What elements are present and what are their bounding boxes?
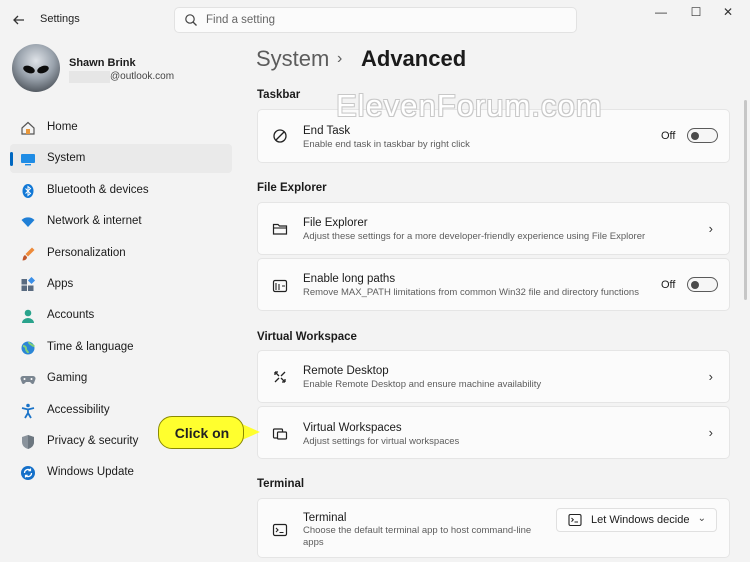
prohibited-icon [273, 129, 287, 143]
end-task-toggle-state: Off [661, 130, 676, 142]
file-explorer-card[interactable]: File Explorer Adjust these settings for … [257, 202, 730, 255]
sidebar-item-gaming[interactable]: Gaming [10, 364, 232, 393]
title-bar: Settings Find a setting — ☐ ✕ [0, 0, 750, 40]
remote-desktop-icon [274, 371, 286, 383]
terminal-icon [272, 523, 288, 537]
sidebar-item-apps[interactable]: Apps [10, 270, 232, 299]
sidebar-item-label: Privacy & security [47, 434, 139, 447]
long-paths-desc: Remove MAX_PATH limitations from common … [303, 287, 639, 298]
sidebar-item-bluetooth[interactable]: Bluetooth & devices [10, 176, 232, 205]
close-button[interactable]: ✕ [718, 5, 738, 19]
user-email: @outlook.com [110, 71, 175, 82]
remote-desktop-card[interactable]: Remote Desktop Enable Remote Desktop and… [257, 350, 730, 403]
terminal-app-dropdown[interactable]: Let Windows decide ⌄ [556, 508, 717, 532]
long-paths-toggle[interactable] [687, 277, 718, 292]
terminal-app-icon [568, 513, 582, 527]
system-icon [21, 154, 35, 166]
accessibility-icon [21, 403, 35, 418]
virtual-workspaces-title: Virtual Workspaces [303, 422, 402, 434]
remote-desktop-title: Remote Desktop [303, 365, 389, 377]
bluetooth-icon [22, 183, 34, 198]
search-box[interactable]: Find a setting [174, 7, 577, 33]
back-arrow-icon[interactable] [8, 9, 30, 31]
terminal-app-selected: Let Windows decide [591, 514, 690, 526]
scrollbar[interactable] [744, 100, 747, 300]
chevron-right-icon: › [708, 425, 713, 440]
virtual-workspaces-desc: Adjust settings for virtual workspaces [303, 436, 460, 447]
virtual-workspaces-icon [272, 428, 288, 440]
wifi-icon [21, 217, 35, 228]
sidebar-item-home[interactable]: Home [10, 113, 232, 142]
accounts-icon [22, 310, 34, 324]
sidebar-item-label: Gaming [47, 372, 88, 385]
breadcrumb-parent[interactable]: System [256, 46, 329, 72]
sidebar-item-label: Accounts [47, 309, 95, 322]
terminal-card[interactable]: Terminal Choose the default terminal app… [257, 498, 730, 558]
long-paths-card[interactable]: Enable long paths Remove MAX_PATH limita… [257, 258, 730, 311]
sidebar-item-label: System [47, 152, 86, 165]
long-paths-icon [272, 279, 288, 293]
search-input[interactable]: Find a setting [206, 14, 275, 26]
section-title-virtual-workspace: Virtual Workspace [257, 331, 357, 343]
sidebar-item-accounts[interactable]: Accounts [10, 301, 232, 330]
callout: Click on [158, 416, 244, 449]
section-title-taskbar: Taskbar [257, 89, 301, 101]
sidebar-item-label: Personalization [47, 246, 126, 259]
sidebar-item-label: Accessibility [47, 403, 110, 416]
gamepad-icon [20, 376, 36, 385]
globe-icon [21, 341, 35, 355]
search-icon [185, 14, 197, 26]
folder-icon [272, 223, 288, 235]
breadcrumb-separator: › [337, 50, 343, 67]
sidebar-item-label: Network & internet [47, 215, 142, 228]
page-title: Advanced [361, 46, 467, 71]
sidebar-item-label: Time & language [47, 340, 134, 353]
file-explorer-title: File Explorer [303, 217, 368, 229]
terminal-title: Terminal [303, 512, 347, 524]
sidebar-item-time-language[interactable]: Time & language [10, 333, 232, 362]
virtual-workspaces-card[interactable]: Virtual Workspaces Adjust settings for v… [257, 406, 730, 459]
long-paths-title: Enable long paths [303, 273, 396, 285]
app-title: Settings [40, 13, 80, 25]
chevron-right-icon: › [708, 221, 713, 236]
section-title-terminal: Terminal [257, 478, 305, 490]
remote-desktop-desc: Enable Remote Desktop and ensure machine… [303, 379, 542, 390]
sidebar-item-personalization[interactable]: Personalization [10, 239, 232, 268]
maximize-button[interactable]: ☐ [686, 5, 706, 19]
section-title-file-explorer: File Explorer [257, 182, 327, 194]
shield-icon [22, 434, 34, 449]
sidebar-item-label: Home [47, 121, 78, 133]
chevron-down-icon: ⌄ [697, 513, 706, 524]
sidebar-item-label: Apps [47, 277, 74, 290]
chevron-right-icon: › [708, 369, 713, 384]
brush-icon [22, 247, 35, 261]
sidebar-item-label: Bluetooth & devices [47, 183, 149, 196]
sidebar-item-windows-update[interactable]: Windows Update [10, 458, 232, 487]
terminal-desc: Choose the default terminal app to host … [303, 525, 532, 548]
long-paths-toggle-state: Off [661, 279, 676, 291]
sidebar-item-system[interactable]: System [10, 144, 232, 174]
watermark: ElevenForum.com [336, 88, 603, 123]
apps-icon [21, 276, 36, 291]
sidebar-item-label: Windows Update [47, 466, 134, 479]
home-icon [21, 121, 35, 135]
minimize-button[interactable]: — [651, 5, 671, 19]
end-task-toggle[interactable] [687, 128, 718, 143]
end-task-title: End Task [303, 125, 351, 137]
end-task-desc: Enable end task in taskbar by right clic… [303, 139, 470, 150]
callout-label: Click on [174, 425, 230, 441]
sidebar-item-network[interactable]: Network & internet [10, 207, 232, 236]
update-icon [21, 466, 35, 481]
avatar[interactable] [12, 44, 60, 92]
email-redaction [69, 71, 110, 83]
file-explorer-desc: Adjust these settings for a more develop… [303, 231, 646, 242]
user-name: Shawn Brink [69, 57, 136, 69]
